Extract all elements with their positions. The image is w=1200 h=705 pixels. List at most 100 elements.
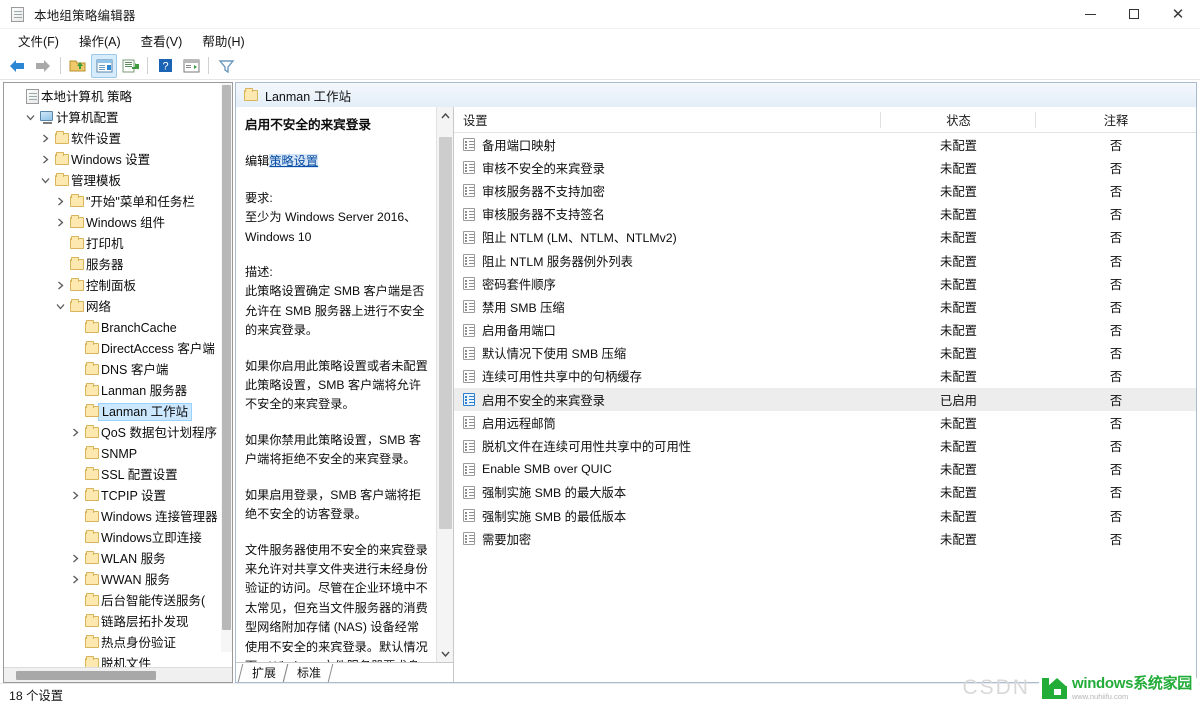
table-row[interactable]: 阻止 NTLM 服务器例外列表未配置否 [454, 249, 1196, 272]
tree-item-12[interactable]: DirectAccess 客户端 [4, 338, 232, 359]
tree-item-21[interactable]: Windows立即连接 [4, 527, 232, 548]
tree-item-23[interactable]: WWAN 服务 [4, 569, 232, 590]
scrollbar-up-arrow[interactable] [437, 107, 454, 124]
tree-item-8[interactable]: 服务器 [4, 254, 232, 275]
tree-item-15[interactable]: Lanman 工作站 [4, 401, 232, 422]
properties-button[interactable] [178, 54, 204, 78]
table-row[interactable]: 密码套件顺序未配置否 [454, 272, 1196, 295]
tree-item-4[interactable]: 管理模板 [4, 170, 232, 191]
tree-item-19[interactable]: TCPIP 设置 [4, 485, 232, 506]
chevron-right-icon[interactable] [68, 554, 83, 563]
tree-item-18[interactable]: SSL 配置设置 [4, 464, 232, 485]
menu-file[interactable]: 文件(F) [8, 29, 69, 52]
table-row[interactable]: 强制实施 SMB 的最低版本未配置否 [454, 504, 1196, 527]
tree-item-3[interactable]: Windows 设置 [4, 149, 232, 170]
tree-item-10[interactable]: 网络 [4, 296, 232, 317]
show-hide-console-tree-button[interactable] [91, 54, 117, 78]
description-paragraph-2: 如果你启用此策略设置或者未配置此策略设置，SMB 客户端将允许不安全的来宾登录。 [245, 359, 428, 412]
tree-scroll-area[interactable]: 本地计算机 策略计算机配置软件设置Windows 设置管理模板"开始"菜单和任务… [4, 83, 232, 667]
chevron-right-icon[interactable] [68, 428, 83, 437]
maximize-button[interactable] [1112, 0, 1156, 29]
tree-item-2[interactable]: 软件设置 [4, 128, 232, 149]
table-row[interactable]: 备用端口映射未配置否 [454, 133, 1196, 156]
tree-item-6[interactable]: Windows 组件 [4, 212, 232, 233]
tree-horizontal-scrollbar-thumb[interactable] [16, 671, 156, 680]
tree-item-17[interactable]: SNMP [4, 443, 232, 464]
table-row[interactable]: 启用不安全的来宾登录已启用否 [454, 388, 1196, 411]
tree-item-13[interactable]: DNS 客户端 [4, 359, 232, 380]
cell-setting-label: 阻止 NTLM (LM、NTLM、NTLMv2) [482, 228, 677, 246]
tree-item-26[interactable]: 热点身份验证 [4, 632, 232, 653]
tree-vertical-scrollbar[interactable] [221, 83, 232, 652]
chevron-right-icon[interactable] [53, 218, 68, 227]
column-header-state[interactable]: 状态 [881, 107, 1036, 133]
scrollbar-down-arrow[interactable] [437, 645, 454, 662]
menu-action[interactable]: 操作(A) [69, 29, 131, 52]
tree-item-16[interactable]: QoS 数据包计划程序 [4, 422, 232, 443]
table-row[interactable]: 阻止 NTLM (LM、NTLM、NTLMv2)未配置否 [454, 226, 1196, 249]
table-row[interactable]: 审核不安全的来宾登录未配置否 [454, 156, 1196, 179]
minimize-button[interactable] [1068, 0, 1112, 29]
table-row[interactable]: 审核服务器不支持加密未配置否 [454, 179, 1196, 202]
table-row[interactable]: 连续可用性共享中的句柄缓存未配置否 [454, 365, 1196, 388]
tree-item-11[interactable]: BranchCache [4, 317, 232, 338]
tree-item-5[interactable]: "开始"菜单和任务栏 [4, 191, 232, 212]
description-scrollbar[interactable] [436, 107, 453, 662]
help-button[interactable]: ? [152, 54, 178, 78]
chevron-down-icon[interactable] [53, 302, 68, 311]
chevron-right-icon[interactable] [53, 281, 68, 290]
tree-item-20[interactable]: Windows 连接管理器 [4, 506, 232, 527]
policy-setting-link[interactable]: 策略设置 [269, 154, 318, 168]
chevron-right-icon[interactable] [53, 197, 68, 206]
chevron-right-icon[interactable] [68, 491, 83, 500]
menu-view[interactable]: 查看(V) [131, 29, 193, 52]
table-row[interactable]: 启用远程邮筒未配置否 [454, 411, 1196, 434]
chevron-down-icon[interactable] [38, 176, 53, 185]
tree-vertical-scrollbar-thumb[interactable] [222, 85, 231, 630]
settings-list-rows: 备用端口映射未配置否审核不安全的来宾登录未配置否审核服务器不支持加密未配置否审核… [454, 133, 1196, 682]
description-scrollbar-thumb[interactable] [439, 137, 452, 529]
menu-help[interactable]: 帮助(H) [192, 29, 254, 52]
column-header-setting[interactable]: 设置 [454, 107, 881, 133]
filter-button[interactable] [213, 54, 239, 78]
tab-standard[interactable]: 标准 [283, 664, 334, 682]
tree-item-7[interactable]: 打印机 [4, 233, 232, 254]
tree-item-22[interactable]: WLAN 服务 [4, 548, 232, 569]
column-header-comment[interactable]: 注释 [1036, 107, 1196, 133]
back-button[interactable] [4, 54, 30, 78]
tree-item-27[interactable]: 脱机文件 [4, 653, 232, 667]
tree-item-24[interactable]: 后台智能传送服务( [4, 590, 232, 611]
tree-item-0[interactable]: 本地计算机 策略 [4, 86, 232, 107]
cell-state: 未配置 [881, 252, 1036, 270]
table-row[interactable]: 强制实施 SMB 的最大版本未配置否 [454, 481, 1196, 504]
table-row[interactable]: 需要加密未配置否 [454, 527, 1196, 550]
tree-item-9[interactable]: 控制面板 [4, 275, 232, 296]
tree-horizontal-scrollbar[interactable] [4, 667, 232, 682]
table-row[interactable]: 启用备用端口未配置否 [454, 319, 1196, 342]
table-row[interactable]: 脱机文件在连续可用性共享中的可用性未配置否 [454, 434, 1196, 457]
table-row[interactable]: 默认情况下使用 SMB 压缩未配置否 [454, 342, 1196, 365]
tab-extended[interactable]: 扩展 [238, 664, 289, 682]
cell-comment: 否 [1036, 136, 1196, 154]
tree-item-1[interactable]: 计算机配置 [4, 107, 232, 128]
edit-prefix: 编辑 [245, 154, 269, 168]
folder-icon [53, 154, 71, 165]
tree-item-25[interactable]: 链路层拓扑发现 [4, 611, 232, 632]
folder-icon [68, 196, 86, 207]
chevron-down-icon[interactable] [23, 113, 38, 122]
tree-item-14[interactable]: Lanman 服务器 [4, 380, 232, 401]
chevron-right-icon[interactable] [38, 134, 53, 143]
cell-setting: 阻止 NTLM (LM、NTLM、NTLMv2) [454, 228, 881, 246]
forward-button[interactable] [30, 54, 56, 78]
table-row[interactable]: 审核服务器不支持签名未配置否 [454, 203, 1196, 226]
up-one-level-button[interactable] [65, 54, 91, 78]
cell-comment: 否 [1036, 205, 1196, 223]
export-list-button[interactable] [117, 54, 143, 78]
chevron-right-icon[interactable] [68, 575, 83, 584]
folder-icon [83, 343, 101, 354]
chevron-right-icon[interactable] [38, 155, 53, 164]
table-row[interactable]: Enable SMB over QUIC未配置否 [454, 458, 1196, 481]
close-button[interactable]: ✕ [1156, 0, 1200, 29]
folder-icon [68, 238, 86, 249]
table-row[interactable]: 禁用 SMB 压缩未配置否 [454, 295, 1196, 318]
